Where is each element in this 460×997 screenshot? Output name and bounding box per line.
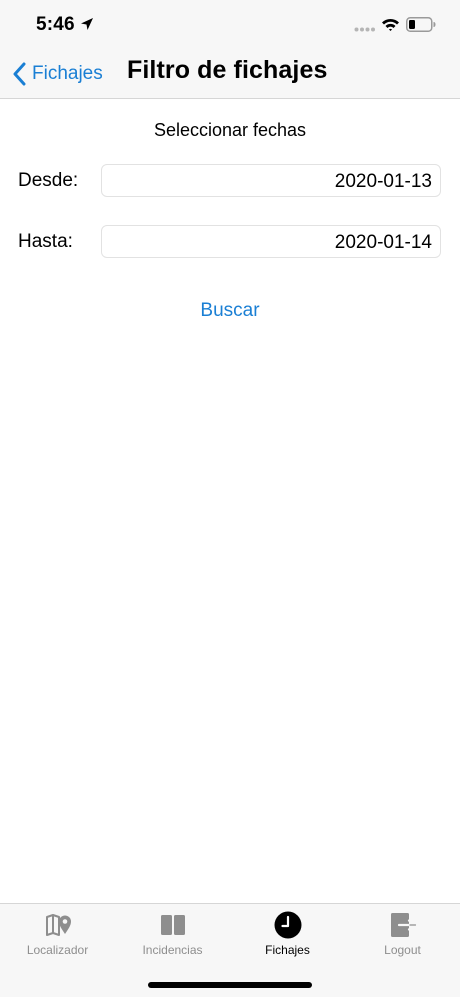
tab-logout[interactable]: Logout	[345, 904, 460, 964]
chevron-left-icon	[13, 62, 26, 86]
tab-localizador[interactable]: Localizador	[0, 904, 115, 964]
book-icon	[161, 915, 185, 935]
map-pin-icon	[46, 914, 71, 936]
status-time: 5:46	[36, 14, 75, 35]
page-title: Filtro de fichajes	[127, 56, 328, 84]
battery-icon	[406, 17, 436, 32]
back-button[interactable]: Fichajes	[12, 60, 103, 88]
to-date-field[interactable]: 2020-01-14	[101, 225, 441, 258]
from-label: Desde:	[18, 170, 79, 191]
wifi-icon	[382, 18, 399, 31]
search-button[interactable]: Buscar	[0, 300, 460, 322]
location-arrow-icon	[81, 18, 93, 30]
tab-label: Localizador	[26, 943, 89, 957]
tab-fichajes[interactable]: Fichajes	[230, 904, 345, 964]
clock-icon	[274, 911, 302, 939]
navigation-bar: Fichajes Filtro de fichajes	[0, 50, 460, 99]
status-bar: 5:46	[0, 0, 460, 50]
to-label: Hasta:	[18, 231, 73, 252]
logout-icon	[391, 913, 417, 937]
tab-label: Logout	[384, 943, 421, 957]
tab-label: Fichajes	[265, 943, 310, 957]
tab-label: Incidencias	[142, 943, 203, 957]
signal-icon	[354, 27, 375, 32]
tab-bar: Localizador Incidencias Fichajes Logout	[0, 903, 460, 997]
back-label: Fichajes	[32, 63, 103, 84]
tab-incidencias[interactable]: Incidencias	[115, 904, 230, 964]
from-date-field[interactable]: 2020-01-13	[101, 164, 441, 197]
section-title: Seleccionar fechas	[153, 120, 307, 140]
home-indicator	[148, 982, 312, 988]
